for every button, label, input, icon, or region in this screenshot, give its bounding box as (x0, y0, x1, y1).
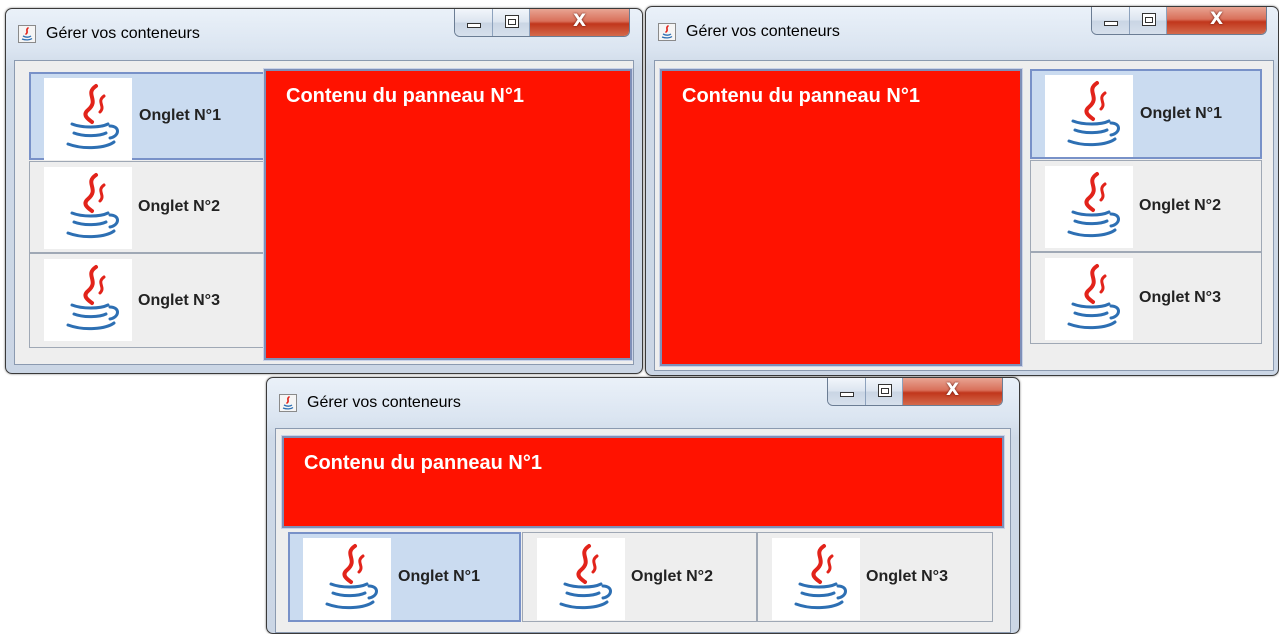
close-icon: X (1210, 9, 1224, 29)
java-coffee-cup-icon (772, 538, 860, 620)
tab-1[interactable]: Onglet N°1 (288, 532, 521, 622)
maximize-button[interactable] (1129, 7, 1168, 34)
tab-label: Onglet N°2 (138, 198, 220, 215)
window-controls: X (827, 378, 1003, 406)
maximize-button[interactable] (865, 378, 904, 405)
content-panel: Contenu du panneau N°1 (263, 68, 633, 361)
window-title: Gérer vos conteneurs (307, 394, 461, 411)
tabbed-pane: Contenu du panneau N°1 Onglet N°1 Onglet… (654, 60, 1274, 371)
tab-3[interactable]: Onglet N°3 (1030, 252, 1262, 344)
java-coffee-cup-icon (18, 25, 36, 43)
java-coffee-cup-icon (44, 167, 132, 249)
java-coffee-cup-icon (44, 259, 132, 341)
tab-label: Onglet N°2 (1139, 197, 1221, 214)
minimize-button[interactable] (828, 378, 866, 405)
tab-label: Onglet N°3 (866, 568, 948, 585)
close-button[interactable]: X (530, 9, 629, 36)
window-title: Gérer vos conteneurs (46, 25, 200, 42)
tab-1[interactable]: Onglet N°1 (1030, 69, 1262, 159)
java-coffee-cup-icon (658, 23, 676, 41)
java-coffee-cup-icon (1045, 75, 1133, 157)
window-title: Gérer vos conteneurs (686, 23, 840, 40)
tab-3[interactable]: Onglet N°3 (29, 253, 267, 348)
java-coffee-cup-icon (537, 538, 625, 620)
tab-2[interactable]: Onglet N°2 (1030, 160, 1262, 252)
tab-2[interactable]: Onglet N°2 (29, 161, 267, 253)
tab-label: Onglet N°1 (1140, 105, 1222, 122)
window-controls: X (454, 9, 630, 37)
minimize-button[interactable] (1092, 7, 1130, 34)
window-controls: X (1091, 7, 1267, 35)
tab-3[interactable]: Onglet N°3 (757, 532, 993, 622)
minimize-icon (1104, 21, 1118, 26)
java-coffee-cup-icon (44, 78, 132, 160)
panel-text: Contenu du panneau N°1 (304, 452, 542, 474)
title-bar[interactable]: Gérer vos conteneurs X (267, 378, 1019, 428)
maximize-icon (504, 15, 519, 28)
panel-text: Contenu du panneau N°1 (682, 85, 920, 107)
maximize-icon (877, 384, 892, 397)
content-panel: Contenu du panneau N°1 (659, 68, 1023, 367)
window-tabs-left: Gérer vos conteneurs X Onglet N°1 Onglet… (5, 8, 643, 374)
close-button[interactable]: X (903, 378, 1002, 405)
minimize-icon (840, 392, 854, 397)
tab-1[interactable]: Onglet N°1 (29, 72, 267, 160)
window-tabs-bottom: Gérer vos conteneurs X Contenu du pannea… (266, 377, 1020, 634)
java-coffee-cup-icon (303, 538, 391, 620)
close-icon: X (946, 380, 960, 400)
maximize-icon (1141, 13, 1156, 26)
minimize-button[interactable] (455, 9, 493, 36)
java-coffee-cup-icon (1045, 258, 1133, 340)
java-coffee-cup-icon (279, 394, 297, 412)
tab-label: Onglet N°1 (398, 568, 480, 585)
tabbed-pane: Contenu du panneau N°1 Onglet N°1 Onglet… (275, 428, 1011, 633)
tabbed-pane: Onglet N°1 Onglet N°2 Onglet N°3 Contenu… (14, 60, 634, 365)
title-bar[interactable]: Gérer vos conteneurs X (6, 9, 642, 59)
title-bar[interactable]: Gérer vos conteneurs X (646, 7, 1278, 57)
close-button[interactable]: X (1167, 7, 1266, 34)
tab-label: Onglet N°2 (631, 568, 713, 585)
content-panel: Contenu du panneau N°1 (281, 435, 1005, 529)
maximize-button[interactable] (492, 9, 531, 36)
minimize-icon (467, 23, 481, 28)
close-icon: X (573, 11, 587, 31)
window-tabs-right: Gérer vos conteneurs X Contenu du pannea… (645, 6, 1279, 376)
java-coffee-cup-icon (1045, 166, 1133, 248)
tab-label: Onglet N°3 (1139, 289, 1221, 306)
tab-label: Onglet N°1 (139, 107, 221, 124)
tab-2[interactable]: Onglet N°2 (522, 532, 757, 622)
panel-text: Contenu du panneau N°1 (286, 85, 524, 107)
tab-label: Onglet N°3 (138, 291, 220, 309)
